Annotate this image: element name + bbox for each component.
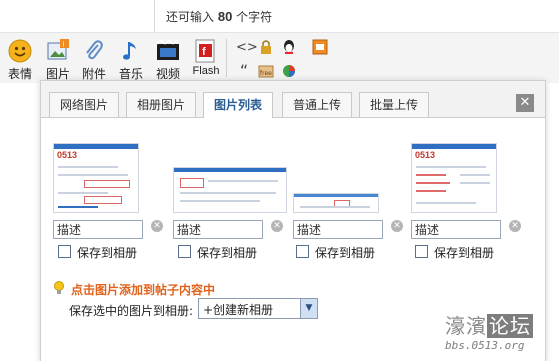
- quote-icon[interactable]: “: [236, 63, 252, 79]
- album-select[interactable]: +创建新相册 ▼: [198, 298, 318, 319]
- flash-label: Flash: [192, 65, 220, 77]
- chart-icon[interactable]: [281, 63, 297, 79]
- description-input-3[interactable]: [293, 220, 383, 239]
- flash-button[interactable]: f Flash: [188, 39, 224, 83]
- svg-text:i: i: [63, 41, 65, 49]
- free-icon[interactable]: free: [258, 63, 274, 79]
- qq-icon[interactable]: [281, 39, 297, 55]
- editor-toolbar: 表情 i 图片 附件 音乐 视频 f Flash <> “ free: [0, 33, 559, 83]
- insert-hint-text: 点击图片添加到帖子内容中: [71, 283, 216, 297]
- remove-image-button-3[interactable]: ✕: [391, 220, 403, 232]
- image-thumbnail-1[interactable]: 0513: [53, 143, 139, 213]
- tab-normal-upload[interactable]: 普通上传: [282, 92, 353, 117]
- toolbar-separator: [226, 39, 227, 77]
- emoticon-button[interactable]: 表情: [2, 39, 38, 83]
- save-to-album-checkbox-4[interactable]: [415, 245, 428, 258]
- code-icon[interactable]: <>: [236, 40, 258, 56]
- image-thumbnail-2[interactable]: [173, 167, 287, 213]
- music-note-icon: [123, 42, 136, 60]
- image-thumbnail-4[interactable]: 0513: [411, 143, 497, 213]
- video-button[interactable]: 视频: [150, 39, 186, 83]
- top-strip: 还可输入 80 个字符: [0, 0, 559, 33]
- save-to-album-checkbox-1[interactable]: [58, 245, 71, 258]
- lock-icon[interactable]: [258, 39, 274, 55]
- film-icon: [156, 39, 179, 60]
- subject-area[interactable]: [0, 0, 155, 32]
- tab-batch-upload[interactable]: 批量上传: [359, 92, 430, 117]
- watermark-name: 濠濱: [445, 314, 487, 338]
- remove-image-button-2[interactable]: ✕: [271, 220, 283, 232]
- smiley-icon: [8, 39, 32, 63]
- image-thumbnail-3[interactable]: [293, 193, 379, 213]
- attachment-button[interactable]: 附件: [76, 39, 112, 83]
- remove-image-button-1[interactable]: ✕: [151, 220, 163, 232]
- lightbulb-icon: [54, 281, 64, 294]
- save-to-album-checkbox-3[interactable]: [296, 245, 309, 258]
- remove-image-button-4[interactable]: ✕: [509, 220, 521, 232]
- svg-text:f: f: [202, 46, 206, 58]
- char-hint-prefix: 还可输入: [166, 10, 215, 24]
- forum-watermark: 濠濱 论坛 bbs.0513.org: [445, 310, 555, 352]
- description-input-4[interactable]: [411, 220, 501, 239]
- save-to-album-label-3: 保存到相册: [315, 246, 376, 260]
- svg-text:free: free: [260, 70, 272, 77]
- tab-image-list[interactable]: 图片列表: [203, 92, 274, 118]
- paperclip-icon: [86, 40, 103, 60]
- tab-web-image[interactable]: 网络图片: [49, 92, 120, 117]
- thumbnail-logo: 0513: [415, 150, 436, 160]
- close-button[interactable]: ✕: [516, 94, 534, 112]
- watermark-url: bbs.0513.org: [445, 339, 525, 352]
- image-button[interactable]: i 图片: [40, 39, 76, 83]
- box-icon[interactable]: [312, 39, 328, 55]
- description-input-2[interactable]: [173, 220, 263, 239]
- save-to-album-label-2: 保存到相册: [197, 246, 258, 260]
- save-to-album-label-1: 保存到相册: [77, 246, 138, 260]
- save-selected-label: 保存选中的图片到相册:: [69, 304, 194, 318]
- tab-album-image[interactable]: 相册图片: [126, 92, 197, 117]
- dialog-tabbar: 网络图片 相册图片 图片列表 普通上传 批量上传 ✕: [41, 81, 545, 118]
- music-button[interactable]: 音乐: [113, 39, 149, 83]
- album-select-value: +创建新相册: [203, 303, 274, 317]
- flash-icon: f: [195, 39, 215, 63]
- char-hint-count: 80: [217, 9, 233, 24]
- char-count-hint: 还可输入 80 个字符: [166, 8, 272, 25]
- description-input-1[interactable]: [53, 220, 143, 239]
- char-hint-suffix: 个字符: [236, 10, 273, 24]
- watermark-forum: 论坛: [487, 314, 533, 338]
- save-to-album-checkbox-2[interactable]: [178, 245, 191, 258]
- thumbnail-logo: 0513: [57, 150, 78, 160]
- emoticon-label: 表情: [7, 67, 32, 81]
- image-icon: i: [47, 39, 69, 60]
- save-to-album-label-4: 保存到相册: [434, 246, 495, 260]
- image-list: 0513 0513 描述 ✕ 描述 ✕ 描述 ✕ 描述 ✕ 保存到相册 保存到相…: [41, 121, 545, 261]
- chevron-down-icon[interactable]: ▼: [300, 299, 317, 318]
